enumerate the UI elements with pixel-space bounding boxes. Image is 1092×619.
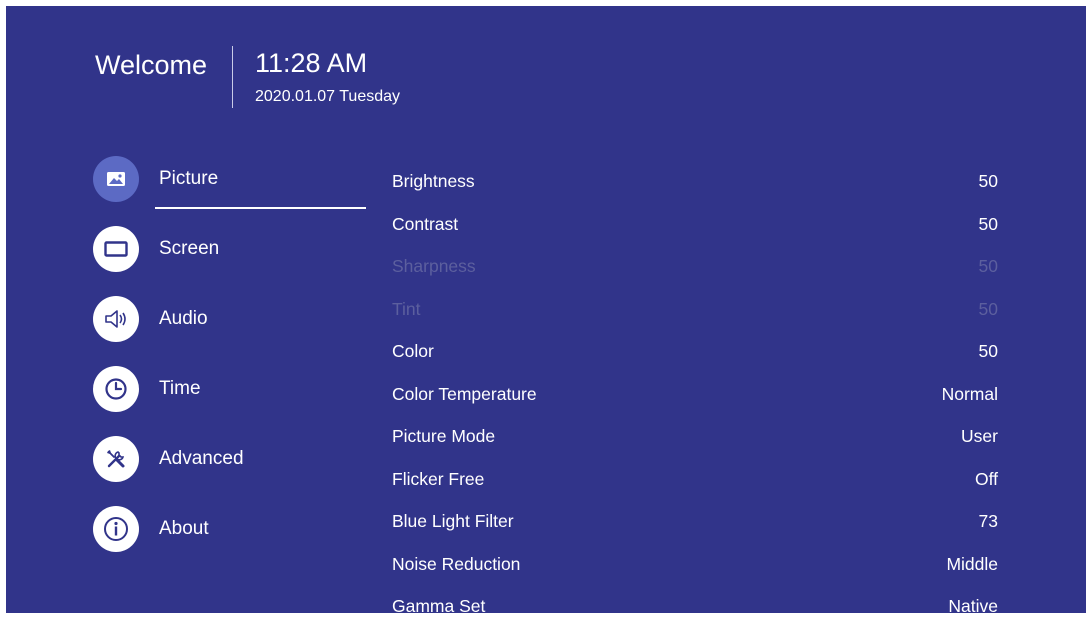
sidebar-item-about[interactable]: About <box>93 506 373 556</box>
setting-row-flicker-free[interactable]: Flicker Free Off <box>392 460 998 502</box>
active-underline <box>155 207 366 209</box>
setting-label: Flicker Free <box>392 468 485 489</box>
sidebar-item-audio[interactable]: Audio <box>93 296 373 346</box>
setting-value: Native <box>948 596 998 613</box>
clock-time: 11:28 AM <box>255 48 368 78</box>
setting-row-noise-reduction[interactable]: Noise Reduction Middle <box>392 545 998 587</box>
welcome-text: Welcome <box>95 50 208 80</box>
sidebar-item-label: Audio <box>159 308 208 329</box>
setting-row-blue-light-filter[interactable]: Blue Light Filter 73 <box>392 502 998 544</box>
header-divider <box>232 46 233 108</box>
clock-icon <box>93 366 139 412</box>
setting-row-color-temperature[interactable]: Color Temperature Normal <box>392 375 998 417</box>
setting-value: Normal <box>941 383 998 404</box>
setting-label: Brightness <box>392 171 475 191</box>
setting-value: 50 <box>978 213 998 234</box>
sidebar-item-label: Advanced <box>159 448 244 469</box>
sidebar-item-screen[interactable]: Screen <box>93 226 373 276</box>
setting-label: Blue Light Filter <box>392 511 514 531</box>
sidebar-item-label: Time <box>159 378 201 399</box>
setting-value: User <box>961 426 998 446</box>
settings-screen: Welcome 11:28 AM 2020.01.07 Tuesday Pict… <box>6 6 1086 613</box>
setting-value: 50 <box>978 256 998 276</box>
setting-label: Contrast <box>392 213 459 234</box>
info-icon <box>93 506 139 552</box>
setting-row-gamma-set[interactable]: Gamma Set Native <box>392 587 998 613</box>
audio-icon <box>93 296 139 342</box>
setting-row-color[interactable]: Color 50 <box>392 332 998 374</box>
sidebar-item-picture[interactable]: Picture <box>93 156 373 209</box>
sidebar-item-advanced[interactable]: Advanced <box>93 436 373 486</box>
setting-label: Color <box>392 341 434 361</box>
sidebar-item-label: Screen <box>159 238 220 259</box>
setting-value: 50 <box>978 298 998 319</box>
setting-row-picture-mode[interactable]: Picture Mode User <box>392 417 998 459</box>
tools-icon <box>93 436 139 482</box>
setting-value: Off <box>974 468 998 489</box>
setting-row-brightness[interactable]: Brightness 50 <box>392 162 998 204</box>
sidebar-item-label: About <box>159 518 209 539</box>
setting-label: Tint <box>392 298 421 319</box>
setting-value: Middle <box>946 553 998 574</box>
setting-value: 73 <box>978 511 998 531</box>
sidebar-item-time[interactable]: Time <box>93 366 373 416</box>
picture-icon <box>93 156 139 202</box>
setting-row-tint: Tint 50 <box>392 290 998 332</box>
clock-date: 2020.01.07 Tuesday <box>255 88 401 105</box>
setting-value: 50 <box>978 341 998 361</box>
screen-icon <box>93 226 139 272</box>
setting-label: Sharpness <box>392 256 476 276</box>
setting-row-contrast[interactable]: Contrast 50 <box>392 205 998 247</box>
setting-label: Color Temperature <box>392 383 537 404</box>
setting-label: Picture Mode <box>392 426 496 446</box>
setting-label: Gamma Set <box>392 596 486 613</box>
setting-row-sharpness: Sharpness 50 <box>392 247 998 289</box>
sidebar-item-label: Picture <box>159 168 219 189</box>
setting-value: 50 <box>978 171 998 191</box>
setting-label: Noise Reduction <box>392 553 521 574</box>
